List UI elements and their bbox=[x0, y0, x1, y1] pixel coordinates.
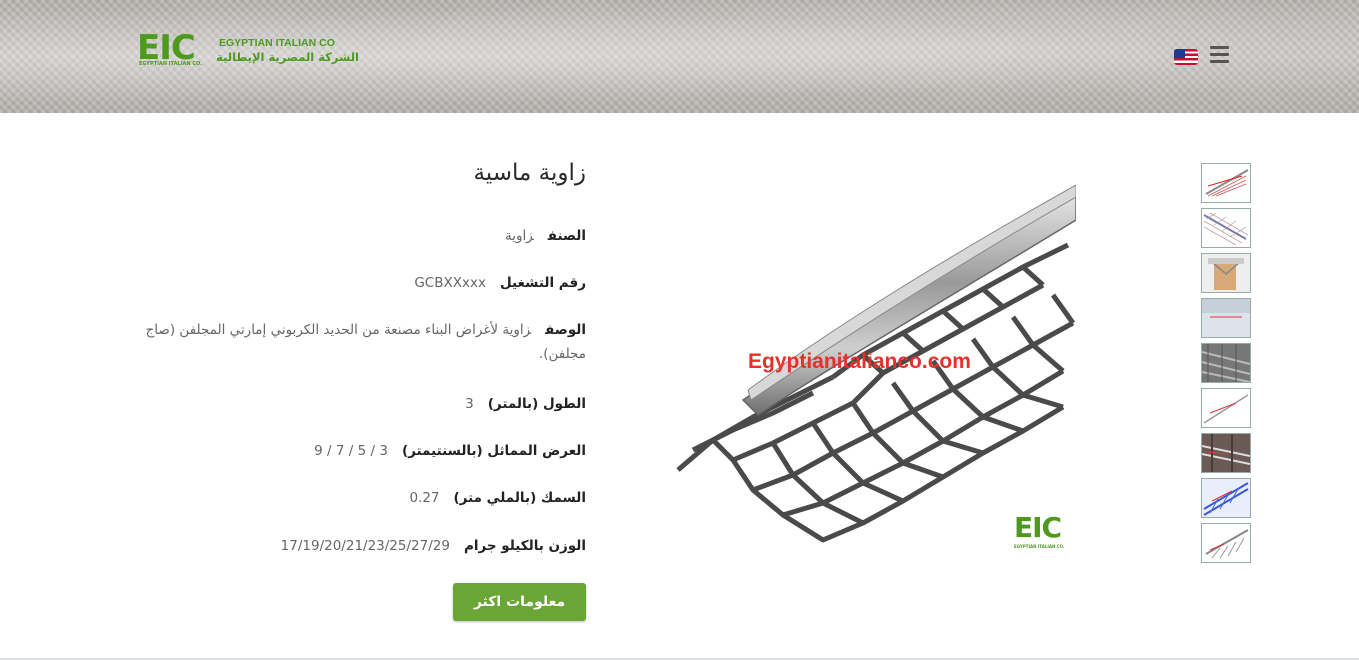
detail-value: GCBXXxxx bbox=[414, 275, 486, 291]
detail-value: 17/19/20/21/23/25/27/29 bbox=[280, 538, 450, 554]
detail-value: 3 bbox=[465, 396, 474, 412]
detail-row-category: الصنف زاوية bbox=[140, 224, 586, 248]
detail-label: رقم التشغيل bbox=[499, 275, 586, 291]
detail-row-weight: الوزن بالكيلو جرام 17/19/20/21/23/25/27/2… bbox=[140, 534, 586, 558]
detail-row-code: رقم التشغيل GCBXXxxx bbox=[140, 271, 586, 295]
company-logo[interactable]: EIC EGYPTIAN ITALIAN CO. EGYPTIAN ITALIA… bbox=[137, 28, 359, 75]
logo-mark: EIC EGYPTIAN ITALIAN CO. bbox=[137, 28, 207, 71]
logo-english-name: EGYPTIAN ITALIAN CO bbox=[219, 37, 335, 49]
us-flag-icon[interactable] bbox=[1174, 49, 1198, 65]
detail-row-width: العرض المماثل (بالسنتيمتر) 3 / 5 / 7 / 9 bbox=[140, 439, 586, 463]
hamburger-icon[interactable] bbox=[1210, 46, 1232, 66]
thumbnail-item[interactable] bbox=[1201, 163, 1251, 203]
detail-label: العرض المماثل (بالسنتيمتر) bbox=[401, 443, 586, 459]
thumbnail-item[interactable] bbox=[1201, 523, 1251, 563]
detail-label: الطول (بالمتر) bbox=[487, 396, 586, 412]
detail-value: 3 / 5 / 7 / 9 bbox=[314, 443, 388, 459]
product-title: زاوية ماسية bbox=[473, 160, 586, 186]
detail-label: الوزن بالكيلو جرام bbox=[463, 538, 586, 554]
image-watermark: Egyptianitalianco.com bbox=[748, 350, 971, 373]
thumbnail-item[interactable] bbox=[1201, 298, 1251, 338]
detail-label: الصنف bbox=[547, 228, 586, 244]
detail-row-thickness: السمك (بالملي متر) 0.27 bbox=[140, 486, 586, 510]
detail-label: السمك (بالملي متر) bbox=[453, 490, 587, 506]
logo-arabic-name: الشركة المصرية الإيطالية bbox=[216, 50, 359, 64]
detail-value: 0.27 bbox=[409, 490, 440, 506]
site-header: EIC EGYPTIAN ITALIAN CO. EGYPTIAN ITALIA… bbox=[0, 0, 1359, 113]
detail-label: الوصف bbox=[545, 322, 586, 338]
logo-mark-subtitle: EGYPTIAN ITALIAN CO. bbox=[139, 61, 203, 67]
thumbnail-item[interactable] bbox=[1201, 433, 1251, 473]
logo-text: EGYPTIAN ITALIAN CO الشركة المصرية الإيط… bbox=[216, 37, 359, 64]
detail-value: زاوية لأغراض البناء مصنعة من الحديد الكر… bbox=[145, 322, 586, 362]
detail-row-description: الوصفزاوية لأغراض البناء مصنعة من الحديد… bbox=[140, 318, 586, 366]
thumbnail-item[interactable] bbox=[1201, 253, 1251, 293]
detail-value: زاوية bbox=[505, 228, 534, 244]
image-logo: EIC EGYPTIAN ITALIAN CO. bbox=[1014, 512, 1074, 556]
thumbnail-item[interactable] bbox=[1201, 388, 1251, 428]
image-logo-subtitle: EGYPTIAN ITALIAN CO. bbox=[1014, 544, 1065, 549]
thumbnail-item[interactable] bbox=[1201, 208, 1251, 248]
thumbnail-item[interactable] bbox=[1201, 343, 1251, 383]
image-logo-mark: EIC bbox=[1014, 511, 1062, 544]
thumbnail-item[interactable] bbox=[1201, 478, 1251, 518]
detail-row-length: الطول (بالمتر) 3 bbox=[140, 392, 586, 416]
more-info-button[interactable]: معلومات اكثر bbox=[453, 583, 586, 621]
